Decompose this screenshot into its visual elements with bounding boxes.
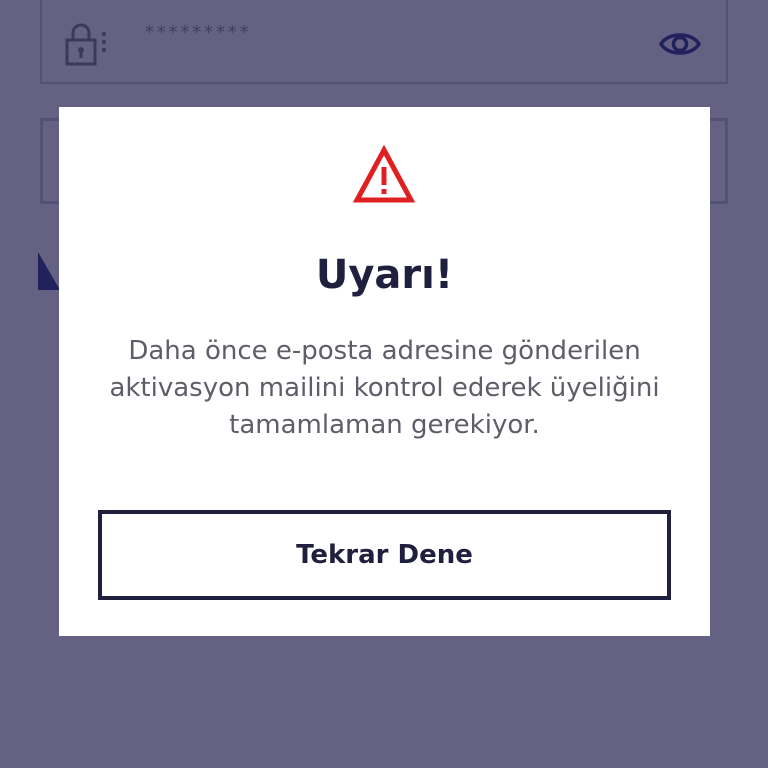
dialog-message: Daha önce e-posta adresine gönderilen ak… [109,336,660,440]
warning-icon [352,144,416,207]
dialog-title: Uyarı! [315,252,454,298]
warning-dialog: Uyarı! Daha önce e-posta adresine gönder… [59,107,710,636]
retry-button[interactable]: Tekrar Dene [98,510,671,600]
